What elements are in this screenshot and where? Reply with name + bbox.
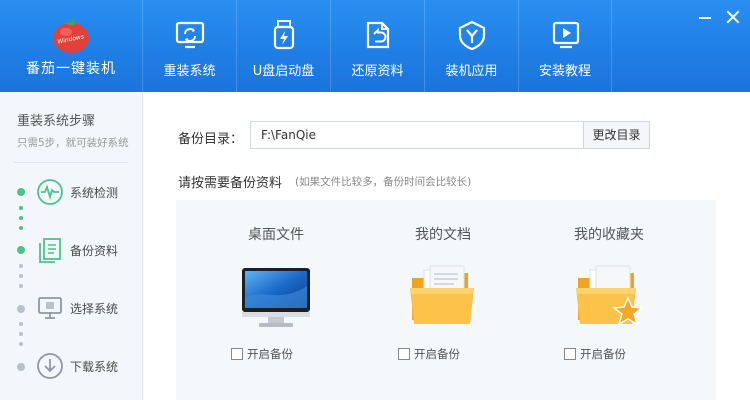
minimize-icon[interactable] bbox=[698, 10, 712, 24]
step-dot bbox=[19, 216, 23, 220]
section-title: 请按需要备份资料 bbox=[178, 176, 283, 191]
step-dot bbox=[19, 284, 23, 288]
backup-dir-field[interactable]: F:\FanQie bbox=[250, 121, 584, 149]
sidebar-divider bbox=[14, 162, 128, 163]
nav-label: 还原资料 bbox=[351, 64, 404, 79]
step-label: 选择系统 bbox=[70, 301, 119, 316]
card-title: 我的文档 bbox=[415, 227, 471, 243]
window-controls bbox=[698, 10, 740, 24]
title-bar: Windows 番茄一键装机 重装系统 U盘启动盘 还原资料 装机应用 安装教程 bbox=[0, 0, 750, 92]
step-dot bbox=[19, 322, 23, 326]
step-choose-system[interactable]: 选择系统 bbox=[36, 293, 118, 323]
backup-card-favorites: 我的收藏夹 开启备份 bbox=[534, 200, 684, 400]
nav-label: 安装教程 bbox=[538, 64, 591, 79]
close-icon[interactable] bbox=[726, 10, 740, 24]
card-title: 桌面文件 bbox=[248, 227, 304, 243]
nav-reinstall-system[interactable]: 重装系统 bbox=[142, 0, 236, 92]
usb-bolt-icon bbox=[273, 20, 295, 50]
app-title: 番茄一键装机 bbox=[26, 61, 116, 77]
document-copy-icon bbox=[39, 238, 61, 263]
documents-folder-icon bbox=[410, 265, 474, 324]
steps-sidebar: 重装系统步骤 只需5步，就可装好系统 系统检测 备份资料 选择系统 下载系统 bbox=[0, 92, 143, 400]
backup-options-panel: 桌面文件 开启备份 我的文档 开启备份 我的收藏夹 开启备份 bbox=[176, 200, 716, 400]
checkbox-label: 开启备份 bbox=[580, 347, 626, 361]
step-dot bbox=[17, 363, 25, 371]
step-dot bbox=[19, 206, 23, 210]
section-hint: (如果文件比较多，备份时间会比较长) bbox=[295, 176, 472, 188]
step-label: 备份资料 bbox=[70, 243, 119, 258]
step-dot bbox=[17, 246, 25, 254]
nav-restore-data[interactable]: 还原资料 bbox=[330, 0, 424, 92]
step-backup-data[interactable]: 备份资料 bbox=[36, 235, 118, 265]
checkbox[interactable] bbox=[564, 348, 576, 360]
checkbox-label: 开启备份 bbox=[247, 347, 293, 361]
step-system-check[interactable]: 系统检测 bbox=[36, 177, 118, 207]
checkbox[interactable] bbox=[398, 348, 410, 360]
step-dot bbox=[19, 226, 23, 230]
sidebar-title: 重装系统步骤 bbox=[17, 114, 96, 129]
backup-card-desktop: 桌面文件 开启备份 bbox=[201, 200, 351, 400]
desktop-monitor-icon bbox=[242, 268, 310, 327]
backup-toggle-favorites[interactable]: 开启备份 bbox=[564, 346, 626, 362]
checkbox-label: 开启备份 bbox=[414, 347, 460, 361]
step-dot bbox=[19, 332, 23, 336]
pulse-icon bbox=[37, 179, 63, 205]
tomato-logo-icon: Windows bbox=[53, 18, 89, 53]
change-dir-button[interactable]: 更改目录 bbox=[583, 121, 650, 149]
step-label: 系统检测 bbox=[70, 185, 119, 200]
backup-dir-label: 备份目录： bbox=[178, 132, 244, 147]
shield-y-icon bbox=[458, 20, 486, 50]
step-dot bbox=[19, 274, 23, 278]
step-download-system[interactable]: 下载系统 bbox=[36, 351, 118, 381]
nav-install-apps[interactable]: 装机应用 bbox=[424, 0, 518, 92]
app-logo: Windows 番茄一键装机 bbox=[0, 0, 142, 92]
backup-toggle-documents[interactable]: 开启备份 bbox=[398, 346, 460, 362]
step-dot bbox=[17, 305, 25, 313]
step-dot bbox=[19, 264, 23, 268]
nav-label: U盘启动盘 bbox=[252, 64, 315, 79]
favorites-folder-icon bbox=[576, 265, 644, 326]
backup-toggle-desktop[interactable]: 开启备份 bbox=[231, 346, 293, 362]
step-dot bbox=[17, 188, 25, 196]
nav-tutorial[interactable]: 安装教程 bbox=[518, 0, 612, 92]
step-label: 下载系统 bbox=[70, 359, 119, 374]
monitor-refresh-icon bbox=[175, 21, 205, 49]
nav-usb-boot[interactable]: U盘启动盘 bbox=[236, 0, 330, 92]
top-nav: 重装系统 U盘启动盘 还原资料 装机应用 安装教程 bbox=[142, 0, 612, 92]
download-icon bbox=[37, 353, 63, 379]
step-dot bbox=[19, 342, 23, 346]
sidebar-subtitle: 只需5步，就可装好系统 bbox=[17, 137, 129, 149]
folder-restore-icon bbox=[366, 21, 390, 49]
nav-label: 装机应用 bbox=[445, 64, 498, 79]
play-box-icon bbox=[552, 21, 580, 49]
checkbox[interactable] bbox=[231, 348, 243, 360]
monitor-icon bbox=[38, 297, 62, 319]
nav-label: 重装系统 bbox=[163, 64, 216, 79]
backup-card-documents: 我的文档 开启备份 bbox=[368, 200, 518, 400]
card-title: 我的收藏夹 bbox=[574, 227, 644, 243]
